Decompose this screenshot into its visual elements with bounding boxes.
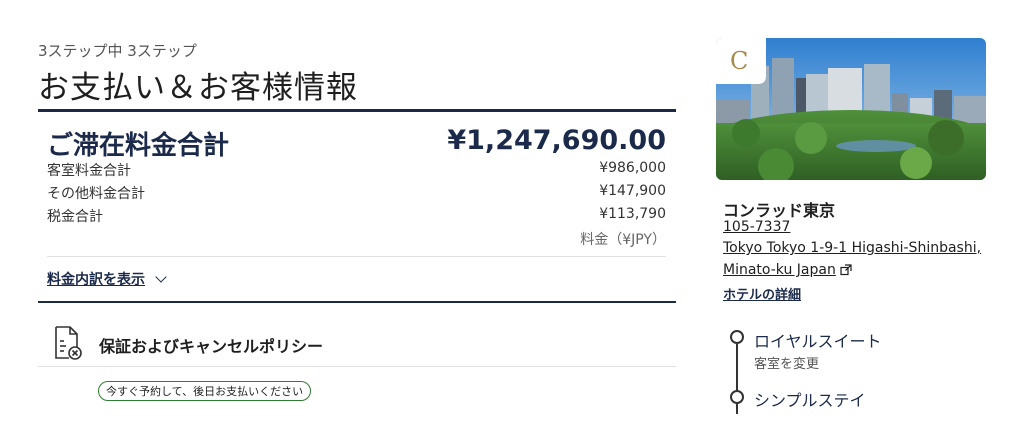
change-room-link[interactable]: 客室を変更 [754,353,819,372]
timeline-dot [730,390,744,404]
policy-text [110,402,414,422]
timeline-dot [730,330,744,344]
hotel-image: C [716,38,986,180]
hotel-address-line1[interactable]: Tokyo Tokyo 1-9-1 Higashi-Shinbashi, [723,240,981,256]
total-value: ¥1,247,690.00 [447,125,666,156]
hotel-name: コンラッド東京 [723,201,836,220]
room-name-1: ロイヤルスイート [754,332,882,351]
other-total-value: ¥147,900 [599,183,666,199]
tax-total-value: ¥113,790 [599,206,666,222]
hotel-postal-code[interactable]: 105-7337 [723,219,790,235]
page-title: お支払い＆お客様情報 [38,70,358,106]
policy-title: 保証およびキャンセルポリシー [99,337,324,356]
step-indicator: 3ステップ中 3ステップ [38,42,197,60]
divider [47,256,666,257]
divider [38,301,676,303]
tax-total-label: 税金合計 [47,209,103,225]
total-label: ご滞在料金合計 [47,131,230,161]
room-name-2: シンプルステイ [754,391,866,410]
other-total-label: その他料金合計 [47,186,145,202]
pay-later-badge: 今すぐ予約して、後日お支払いください [98,381,312,401]
hotel-address-line2: Minato-ku Japan [723,262,836,278]
document-cancel-icon [52,325,84,361]
divider [38,366,676,367]
hotel-details-link[interactable]: ホテルの詳細 [723,284,801,303]
divider [38,109,676,112]
room-total-label: 客室料金合計 [47,163,131,179]
currency-note: 料金（¥JPY） [580,232,666,248]
show-breakdown-label: 料金内訳を表示 [47,272,145,288]
show-breakdown-link[interactable]: 料金内訳を表示 [47,269,167,289]
external-link-icon [840,264,852,276]
room-total-value: ¥986,000 [599,160,666,176]
hotel-address-link[interactable]: Minato-ku Japan [723,262,852,278]
chevron-down-icon [155,270,167,283]
svg-text:C: C [730,47,748,75]
